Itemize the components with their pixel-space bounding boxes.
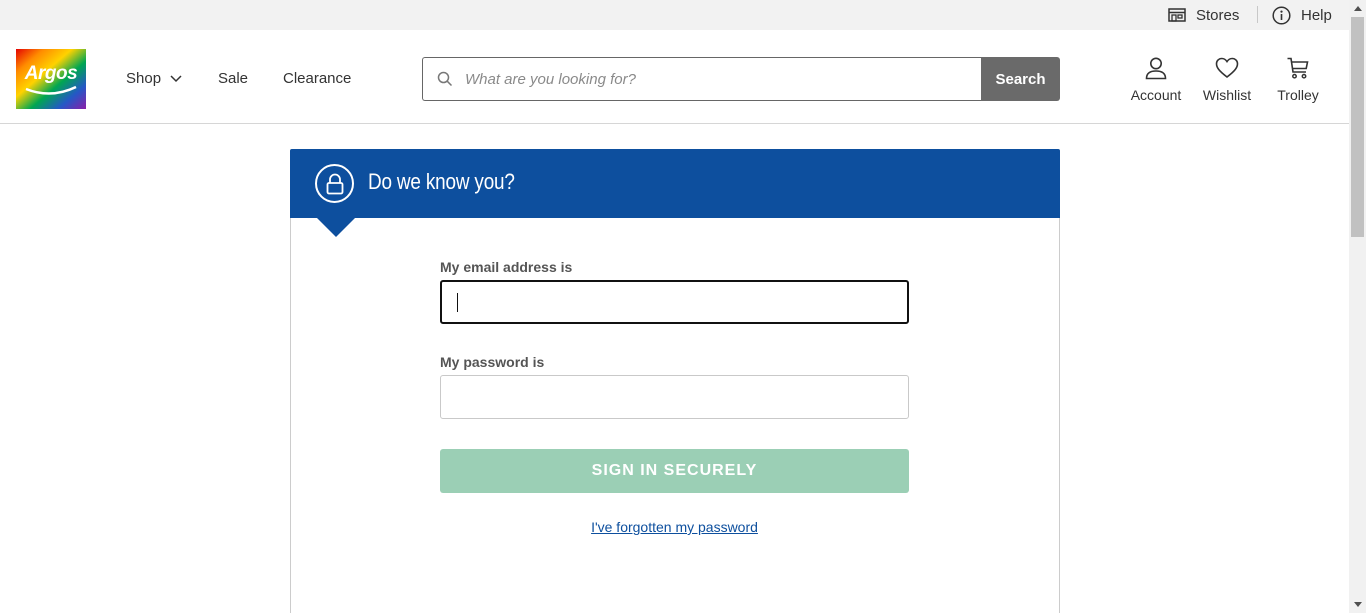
- heart-icon: [1192, 54, 1262, 82]
- logo-text: Argos: [24, 63, 78, 84]
- trolley-label: Trolley: [1277, 87, 1319, 103]
- search-icon: [437, 71, 453, 87]
- panel-notch: [317, 218, 355, 237]
- scroll-up-arrow-icon[interactable]: [1349, 0, 1366, 17]
- stores-label: Stores: [1196, 6, 1240, 24]
- utility-bar: Stores Help: [0, 0, 1349, 30]
- vertical-scrollbar[interactable]: [1349, 0, 1366, 613]
- utility-divider: [1257, 6, 1258, 23]
- email-field[interactable]: [440, 280, 909, 324]
- site-header: Argos Shop Sale Clearance Search Account…: [0, 30, 1349, 124]
- email-label: My email address is: [440, 259, 573, 275]
- nav-clearance[interactable]: Clearance: [283, 70, 351, 87]
- search-box: [422, 57, 982, 101]
- store-icon: [1168, 8, 1186, 22]
- signin-panel: Do we know you? My email address is My p…: [290, 149, 1060, 613]
- signin-title: Do we know you?: [368, 169, 515, 194]
- wishlist-link[interactable]: Wishlist: [1192, 54, 1262, 103]
- trolley-link[interactable]: Trolley: [1263, 54, 1333, 103]
- trolley-icon: [1263, 54, 1333, 82]
- scrollbar-thumb[interactable]: [1351, 17, 1364, 237]
- search-button[interactable]: Search: [981, 57, 1060, 101]
- signin-panel-header: Do we know you?: [290, 149, 1060, 218]
- nav-shop[interactable]: Shop: [126, 70, 182, 87]
- nav-sale-label: Sale: [218, 70, 249, 87]
- wishlist-label: Wishlist: [1202, 87, 1252, 103]
- sign-in-button[interactable]: SIGN IN SECURELY: [440, 449, 909, 493]
- nav-clearance-label: Clearance: [283, 70, 352, 87]
- account-label: Account: [1130, 87, 1182, 103]
- search-input[interactable]: [465, 70, 945, 88]
- forgot-password-link[interactable]: I've forgotten my password: [440, 519, 909, 535]
- text-caret: [457, 293, 458, 312]
- password-field[interactable]: [440, 375, 909, 419]
- nav-sale[interactable]: Sale: [218, 70, 248, 87]
- help-label: Help: [1301, 6, 1332, 24]
- lock-icon: [315, 164, 354, 203]
- user-icon: [1121, 54, 1191, 82]
- info-icon: [1272, 5, 1291, 25]
- account-link[interactable]: Account: [1121, 54, 1191, 103]
- argos-logo[interactable]: Argos: [16, 49, 86, 109]
- scroll-down-arrow-icon[interactable]: [1349, 596, 1366, 613]
- password-label: My password is: [440, 354, 545, 370]
- help-link[interactable]: Help: [1272, 0, 1332, 30]
- chevron-down-icon: [170, 74, 182, 83]
- nav-shop-label: Shop: [126, 70, 162, 87]
- stores-link[interactable]: Stores: [1168, 0, 1239, 30]
